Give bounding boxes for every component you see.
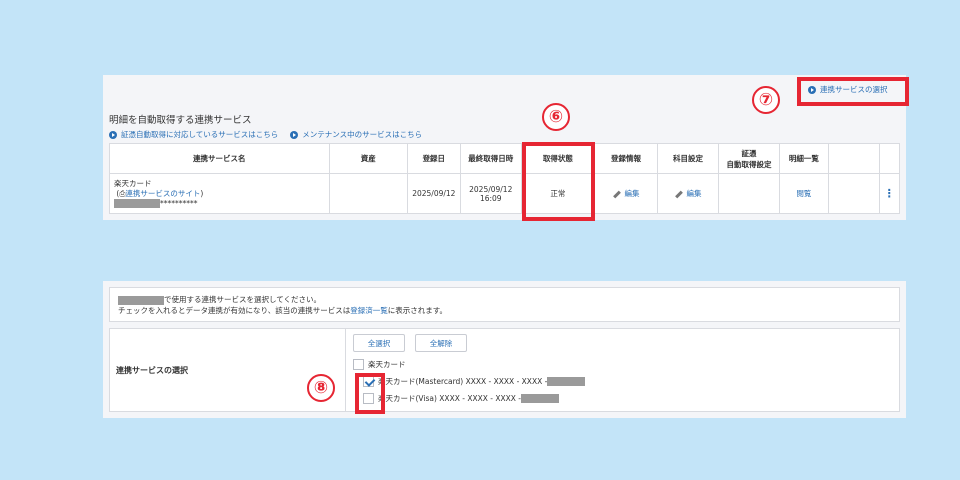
col-account-settings: 科目設定 [656,143,719,174]
col-voucher-auto: 証憑 自動取得設定 [717,143,780,174]
annotation-eight: ⑧ [307,374,335,402]
highlight-select-service [797,77,909,106]
section-label: 連携サービスの選択 [110,329,346,411]
col-asset: 資産 [328,143,408,174]
annotation-six: ⑥ [542,103,570,131]
highlight-checkbox [355,373,385,414]
col-service-name: 連携サービス名 [109,143,330,174]
arrow-circle-icon [290,130,299,139]
service-site-link[interactable]: 連携サービスのサイト [125,189,200,198]
registered-date: 2025/09/12 [406,173,461,214]
info-links: 証憑自動取得に対応しているサービスはこちら メンテナンス中のサービスはこちら [109,129,422,140]
annotation-seven: ⑦ [752,86,780,114]
voucher-services-link[interactable]: 証憑自動取得に対応しているサービスはこちら [109,129,278,140]
linked-services-panel: 明細を自動取得する連携サービス 証憑自動取得に対応しているサービスはこちら メン… [103,75,906,220]
redacted-block [520,394,559,403]
edit-registration-button[interactable]: 編集 [593,173,658,214]
checkbox[interactable] [353,359,364,370]
checkbox-row-mastercard[interactable]: 楽天カード(Mastercard) XXXX - XXXX - XXXX - [363,376,586,387]
table-header: 連携サービス名 資産 登録日 最終取得日時 取得状態 登録情報 科目設定 証憑 … [109,143,901,174]
redacted-block [547,377,586,386]
redacted-block [118,295,164,305]
empty-cell [827,173,880,214]
panel-title: 明細を自動取得する連携サービス [109,115,252,126]
col-empty [827,143,880,174]
pencil-icon [674,190,683,199]
selection-box: 連携サービスの選択 全選択 全解除 楽天カード 楽天カード(Mastercard… [109,328,900,412]
checkbox-row-visa[interactable]: 楽天カード(Visa) XXXX - XXXX - XXXX - [363,393,559,404]
last-fetched-cell: 2025/09/12 16:09 [459,173,522,214]
more-vertical-icon: ⋮ [883,187,895,200]
service-selection-panel: で使用する連携サービスを選択してください。 チェックを入れるとデータ連携が有効に… [103,281,906,418]
col-menu [878,143,901,174]
row-menu-button[interactable]: ⋮ [878,173,901,214]
view-statements-link[interactable]: 閲覧 [778,173,829,214]
voucher-auto-cell [717,173,780,214]
redacted-block [114,199,160,208]
registered-list-link[interactable]: 登録済一覧 [350,306,388,315]
selection-info: で使用する連携サービスを選択してください。 チェックを入れるとデータ連携が有効に… [109,287,900,322]
col-registration-info: 登録情報 [593,143,658,174]
checkbox-row-rakuten[interactable]: 楽天カード [353,359,406,370]
edit-account-button[interactable]: 編集 [656,173,719,214]
account-mask: ********** [160,198,198,208]
pencil-icon [612,190,621,199]
highlight-status [522,142,595,221]
col-statements: 明細一覧 [778,143,829,174]
services-table: 連携サービス名 資産 登録日 最終取得日時 取得状態 登録情報 科目設定 証憑 … [109,143,901,214]
maintenance-services-link[interactable]: メンテナンス中のサービスはこちら [290,129,422,140]
arrow-circle-icon [109,130,117,139]
service-name-cell: 楽天カード (⎙連携サービスのサイト) ********** [109,173,330,214]
col-registered: 登録日 [406,143,461,174]
col-last-fetched: 最終取得日時 [459,143,522,174]
table-row: 楽天カード (⎙連携サービスのサイト) ********** 2025/09/1… [109,173,901,214]
asset-cell [328,173,408,214]
select-all-button[interactable]: 全選択 [353,334,405,352]
deselect-all-button[interactable]: 全解除 [415,334,467,352]
